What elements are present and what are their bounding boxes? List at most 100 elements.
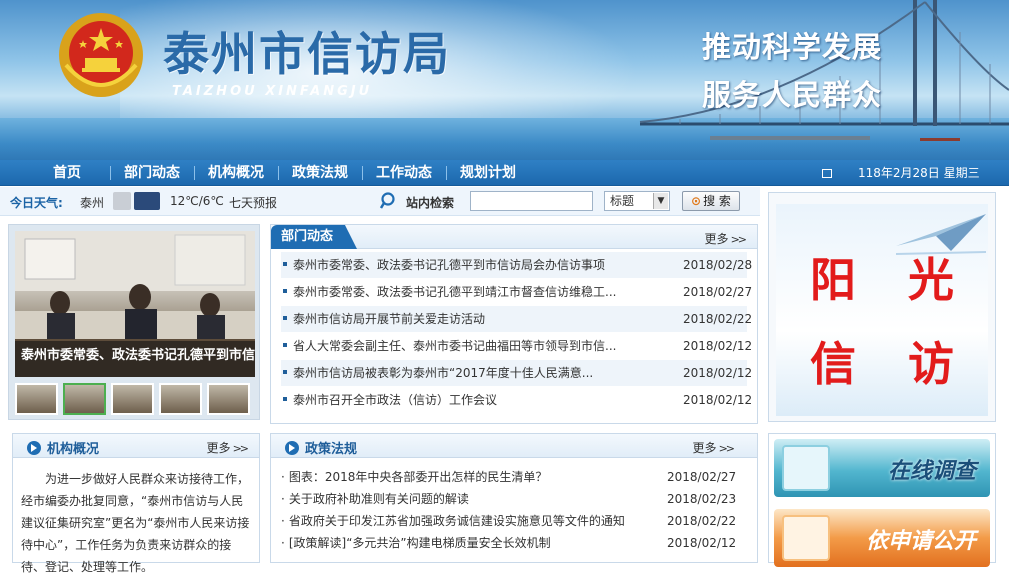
- department-news-more-link[interactable]: 更多 >>: [704, 230, 748, 247]
- nav-planning[interactable]: 规划计划: [446, 160, 530, 186]
- double-chevron-right-icon: >>: [718, 442, 736, 455]
- double-chevron-right-icon: >>: [730, 233, 748, 246]
- news-date: 2018/02/27: [683, 285, 753, 299]
- slideshow-thumbnail[interactable]: [111, 383, 154, 415]
- arrow-circle-icon: [285, 441, 299, 455]
- magnifier-icon: ⊙: [691, 194, 702, 208]
- policy-title-wrap[interactable]: 政策法规: [285, 438, 357, 457]
- header-banner: 泰州市信访局 TAIZHOU XINFANGJU 推动科学发展 服务人民群众: [0, 0, 1009, 160]
- list-item[interactable]: 泰州市召开全市政法（信访）工作会议 2018/02/12: [281, 387, 753, 414]
- list-item[interactable]: 泰州市信访局开展节前关爱走访活动 2018/02/22: [281, 306, 753, 333]
- online-survey-button[interactable]: 在线调查: [774, 439, 990, 497]
- disclosure-request-label: 依申请公开: [865, 529, 976, 554]
- slideshow-thumbnail[interactable]: [159, 383, 202, 415]
- slideshow-thumbnail-active[interactable]: [63, 383, 106, 415]
- double-chevron-right-icon: >>: [232, 442, 250, 455]
- slideshow-thumbnail[interactable]: [15, 383, 58, 415]
- more-label: 更多: [704, 232, 729, 246]
- calendar-icon: [822, 169, 832, 178]
- sunshine-char-3: 信: [810, 337, 856, 391]
- organization-summary: 为进一步做好人民群众来访接待工作，经市编委办批复同意，“泰州市信访与人民建议征集…: [21, 472, 250, 574]
- national-emblem-icon: [59, 13, 143, 97]
- policy-item-title[interactable]: 省政府关于印发江苏省加强政务诚信建设实施意见等文件的通知: [281, 510, 667, 532]
- list-item[interactable]: [政策解读]“多元共治”构建电梯质量安全长效机制2018/02/12: [281, 532, 747, 554]
- search-input[interactable]: [470, 191, 593, 211]
- sunshine-char-2: 光: [908, 253, 954, 307]
- sunshine-char-4: 访: [908, 337, 954, 391]
- policy-list: 图表：2018年中央各部委开出怎样的民生清单？2018/02/27 关于政府补助…: [271, 458, 757, 554]
- policy-item-date: 2018/02/12: [667, 536, 737, 550]
- search-label: 站内检索: [406, 196, 455, 210]
- disclosure-graphic-icon: [782, 515, 830, 561]
- nav-work-news[interactable]: 工作动态: [362, 160, 446, 186]
- organization-panel: 机构概况 更多 >> 为进一步做好人民群众来访接待工作，经市编委办批复同意，“泰州…: [12, 433, 260, 574]
- sunshine-char-1: 阳: [810, 253, 856, 307]
- current-date: 118年2月28日 星期三: [822, 160, 980, 186]
- news-title[interactable]: 泰州市委常委、政法委书记孔德平到市信访局会办信访事项: [281, 252, 683, 278]
- slideshow-thumbnails: [15, 383, 255, 415]
- search-scope-value: 标题: [610, 194, 635, 208]
- news-title[interactable]: 泰州市信访局被表彰为泰州市“2017年度十佳人民满意...: [281, 360, 683, 386]
- seven-day-forecast-link[interactable]: 七天预报: [229, 194, 277, 211]
- list-item[interactable]: 省人大常委会副主任、泰州市委书记曲福田等市领导到市信... 2018/02/12: [281, 333, 753, 360]
- disclosure-request-button[interactable]: 依申请公开: [774, 509, 990, 567]
- policy-item-date: 2018/02/27: [667, 470, 737, 484]
- sunshine-petition-box: 阳 光 信 访: [768, 192, 996, 422]
- policy-title: 政策法规: [305, 442, 358, 457]
- nav-department-news[interactable]: 部门动态: [110, 160, 194, 186]
- search-button[interactable]: ⊙ 搜 索: [682, 191, 740, 211]
- date-text: 118年2月28日 星期三: [858, 166, 980, 180]
- policy-item-title[interactable]: [政策解读]“多元共治”构建电梯质量安全长效机制: [281, 532, 667, 554]
- online-survey-label: 在线调查: [887, 459, 976, 484]
- news-title[interactable]: 泰州市信访局开展节前关爱走访活动: [281, 306, 683, 332]
- list-item[interactable]: 图表：2018年中央各部委开出怎样的民生清单？2018/02/27: [281, 466, 747, 488]
- site-title: 泰州市信访局: [163, 27, 451, 81]
- sunshine-petition-banner[interactable]: 阳 光 信 访: [776, 204, 988, 416]
- news-title[interactable]: 省人大常委会副主任、泰州市委书记曲福田等市领导到市信...: [281, 333, 683, 359]
- news-title[interactable]: 泰州市委常委、政法委书记孔德平到靖江市督查信访维稳工...: [281, 279, 683, 305]
- policy-more-link[interactable]: 更多 >>: [693, 439, 736, 456]
- organization-more-link[interactable]: 更多 >>: [206, 439, 250, 456]
- policy-item-date: 2018/02/23: [667, 492, 737, 506]
- more-label: 更多: [206, 441, 231, 455]
- news-title[interactable]: 泰州市召开全市政法（信访）工作会议: [281, 387, 683, 413]
- department-news-title[interactable]: 部门动态: [271, 225, 358, 249]
- weather-city: 泰州: [80, 196, 105, 210]
- department-news-header: 部门动态 更多 >>: [271, 225, 757, 249]
- weather-search-bar: 今日天气: 泰州 12℃/6℃ 七天预报 站内检索 标题 ▼ ⊙ 搜 索: [0, 187, 760, 216]
- photo-slideshow: 泰州市委常委、政法委书记孔德平到市信访局会办信访事项: [8, 224, 260, 420]
- list-item[interactable]: 省政府关于印发江苏省加强政务诚信建设实施意见等文件的通知2018/02/22: [281, 510, 747, 532]
- policy-item-date: 2018/02/22: [667, 514, 737, 528]
- slideshow-caption[interactable]: 泰州市委常委、政法委书记孔德平到市信访局会办信访事项: [15, 341, 255, 377]
- nav-home[interactable]: 首页: [40, 160, 110, 186]
- arrow-circle-icon: [27, 441, 41, 455]
- survey-graphic-icon: [782, 445, 830, 491]
- news-date: 2018/02/28: [683, 258, 753, 272]
- policy-item-title[interactable]: 关于政府补助准则有关问题的解读: [281, 488, 667, 510]
- news-date: 2018/02/12: [683, 393, 753, 407]
- organization-title: 机构概况: [47, 442, 100, 457]
- list-item[interactable]: 泰州市委常委、政法委书记孔德平到市信访局会办信访事项 2018/02/28: [281, 252, 753, 279]
- weather-temperature: 12℃/6℃: [170, 194, 224, 208]
- organization-header: 机构概况 更多 >>: [13, 434, 259, 458]
- chevron-down-icon: ▼: [653, 193, 668, 209]
- nav-organization[interactable]: 机构概况: [194, 160, 278, 186]
- nav-policy[interactable]: 政策法规: [278, 160, 362, 186]
- policy-item-title[interactable]: 图表：2018年中央各部委开出怎样的民生清单？: [281, 466, 667, 488]
- slideshow-thumbnail[interactable]: [207, 383, 250, 415]
- news-date: 2018/02/22: [683, 312, 753, 326]
- list-item[interactable]: 关于政府补助准则有关问题的解读2018/02/23: [281, 488, 747, 510]
- search-scope-select[interactable]: 标题 ▼: [604, 191, 670, 211]
- night-moon-icon: [134, 192, 160, 210]
- list-item[interactable]: 泰州市委常委、政法委书记孔德平到靖江市督查信访维稳工... 2018/02/27: [281, 279, 753, 306]
- site-title-pinyin: TAIZHOU XINFANGJU: [172, 84, 373, 99]
- cloudy-icon: [113, 192, 131, 210]
- search-icon: [379, 192, 395, 209]
- policy-panel: 政策法规 更多>> 图表：2018年中央各部委开出怎样的民生清单？2018/02…: [270, 433, 758, 563]
- department-news-panel: 部门动态 更多 >> 泰州市委常委、政法委书记孔德平到市信访局会办信访事项 2018…: [270, 224, 758, 424]
- organization-title-wrap[interactable]: 机构概况: [27, 438, 99, 457]
- policy-header: 政策法规 更多 >>: [271, 434, 757, 458]
- list-item[interactable]: 泰州市信访局被表彰为泰州市“2017年度十佳人民满意... 2018/02/12: [281, 360, 752, 387]
- news-date: 2018/02/12: [683, 339, 753, 353]
- sidebar-links-box: 在线调查 依申请公开: [768, 433, 996, 567]
